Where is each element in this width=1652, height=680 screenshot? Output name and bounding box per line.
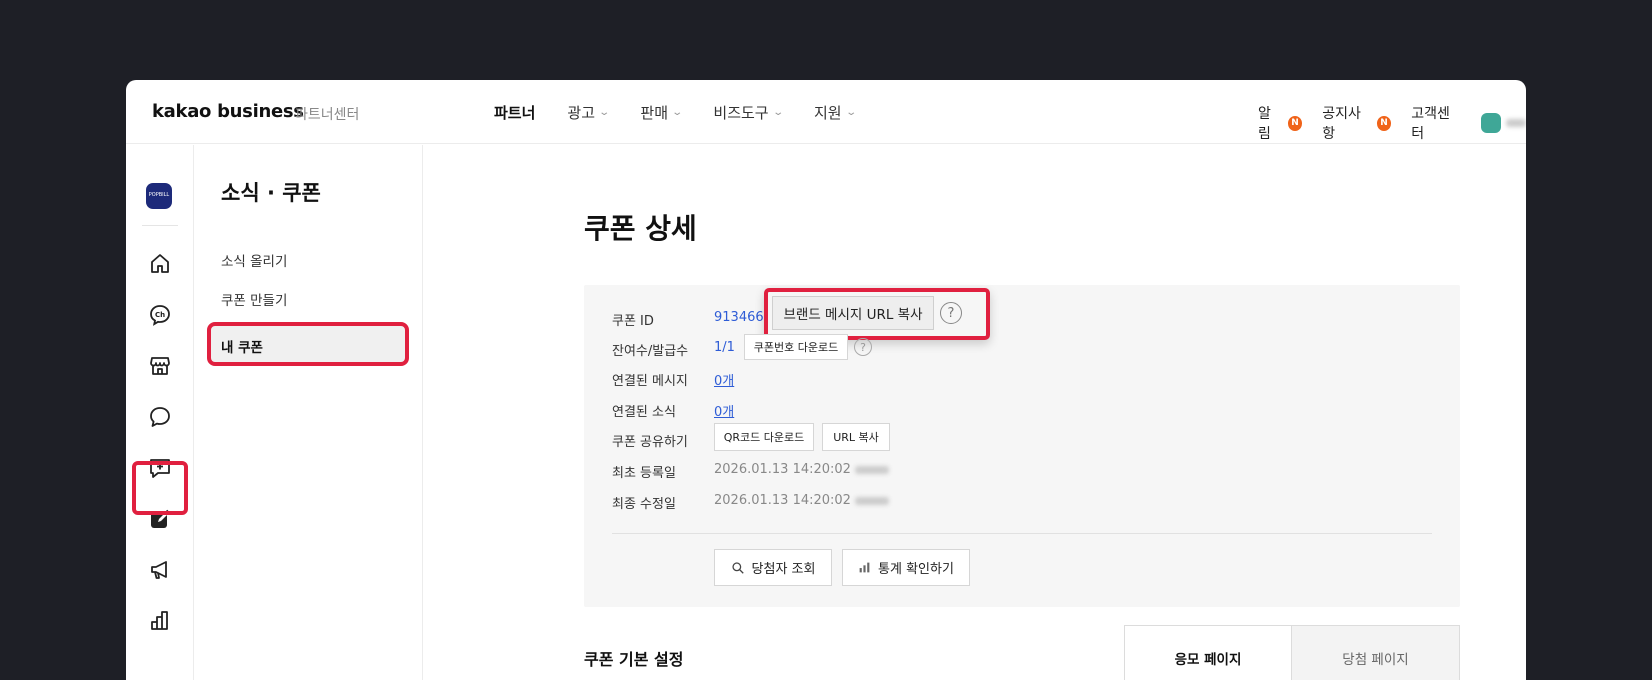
created-date-text: 2026.01.13 14:20:02 (714, 462, 851, 477)
highlight-rail-message-add (132, 461, 188, 515)
subnav-item-post-news[interactable]: 소식 올리기 (221, 250, 287, 270)
main-content: 쿠폰 상세 쿠폰 ID 913466 브랜드 메시지 URL 복사 ? 잔여수/… (424, 145, 1526, 680)
stats-icon[interactable] (141, 602, 179, 640)
top-navigation-bar: kakao business 파트너센터 파트너 광고 ⌄ 판매 ⌄ 비즈도구 ⌄ 지… (126, 80, 1526, 144)
chevron-down-icon: ⌄ (844, 107, 857, 118)
partner-center-label: 파트너센터 (295, 107, 360, 123)
stats-check-button[interactable]: 통계 확인하기 (842, 549, 970, 586)
kakao-business-logo[interactable]: kakao business (152, 101, 304, 122)
alarm-link[interactable]: 알림 N (1258, 103, 1303, 143)
coupon-detail-panel: 쿠폰 ID 913466 브랜드 메시지 URL 복사 ? 잔여수/발급수 1/… (584, 285, 1460, 607)
coupon-id-label: 쿠폰 ID (612, 314, 654, 329)
chevron-down-icon: ⌄ (671, 107, 684, 118)
created-date-value: 2026.01.13 14:20:02 (714, 462, 889, 477)
notice-link[interactable]: 공지사항 N (1322, 103, 1392, 143)
help-icon[interactable]: ? (854, 338, 872, 356)
app-window: kakao business 파트너센터 파트너 광고 ⌄ 판매 ⌄ 비즈도구 ⌄ 지… (126, 80, 1526, 680)
linked-message-label: 연결된 메시지 (612, 374, 688, 389)
search-icon (731, 561, 744, 574)
icon-rail: POPBILL Ch (126, 145, 194, 680)
gnb-ads[interactable]: 광고 ⌄ (567, 102, 611, 123)
linked-message-link[interactable]: 0개 (714, 370, 734, 389)
alarm-label: 알림 (1258, 106, 1271, 142)
tab-entry-page[interactable]: 응모 페이지 (1124, 625, 1292, 680)
user-name-blurred (1506, 119, 1526, 127)
remain-issued-label: 잔여수/발급수 (612, 344, 689, 359)
winner-lookup-label: 당첨자 조회 (751, 562, 816, 577)
utility-menu: 알림 N 공지사항 N 고객센터 (1258, 103, 1526, 143)
stats-check-label: 통계 확인하기 (878, 562, 954, 577)
home-icon[interactable] (141, 245, 179, 283)
gnb-biz-tools-label: 비즈도구 (713, 104, 769, 122)
global-nav: 파트너 광고 ⌄ 판매 ⌄ 비즈도구 ⌄ 지원 ⌄ (494, 102, 857, 123)
user-menu[interactable] (1481, 113, 1526, 133)
sub-navigation: 소식 · 쿠폰 소식 올리기 쿠폰 만들기 내 쿠폰 (195, 145, 423, 680)
linked-news-label: 연결된 소식 (612, 405, 676, 420)
gnb-support[interactable]: 지원 ⌄ (814, 102, 857, 123)
tab-winner-page[interactable]: 당첨 페이지 (1292, 625, 1460, 680)
remain-issued-value: 1/1 (714, 340, 735, 355)
gnb-partner-label: 파트너 (494, 104, 536, 122)
new-badge: N (1376, 115, 1392, 131)
avatar (1481, 113, 1501, 133)
qr-download-button[interactable]: QR코드 다운로드 (714, 423, 814, 451)
megaphone-icon[interactable] (141, 551, 179, 589)
coupon-basic-settings-title: 쿠폰 기본 설정 (584, 650, 684, 669)
panel-divider (612, 533, 1432, 534)
url-copy-button[interactable]: URL 복사 (822, 423, 890, 451)
chat-icon[interactable] (141, 398, 179, 436)
modified-date-text: 2026.01.13 14:20:02 (714, 493, 851, 508)
new-badge: N (1287, 115, 1303, 131)
notice-label: 공지사항 (1322, 106, 1361, 142)
support-link[interactable]: 고객센터 (1411, 103, 1461, 143)
store-icon[interactable] (141, 347, 179, 385)
gnb-support-label: 지원 (814, 104, 842, 122)
modified-date-label: 최종 수정일 (612, 497, 676, 512)
coupon-number-download-button[interactable]: 쿠폰번호 다운로드 (744, 334, 848, 360)
gnb-partner[interactable]: 파트너 (494, 102, 535, 123)
linked-news-link[interactable]: 0개 (714, 401, 734, 420)
svg-text:Ch: Ch (155, 311, 165, 319)
created-date-label: 최초 등록일 (612, 466, 676, 481)
share-coupon-label: 쿠폰 공유하기 (612, 435, 688, 450)
gnb-sales-label: 판매 (640, 104, 669, 122)
blurred-text (854, 465, 889, 474)
rail-divider (142, 225, 178, 226)
gnb-biz-tools[interactable]: 비즈도구 ⌄ (713, 102, 784, 123)
gnb-ads-label: 광고 (567, 104, 596, 122)
support-label: 고객센터 (1411, 106, 1450, 142)
page-title: 쿠폰 상세 (584, 212, 697, 245)
gnb-sales[interactable]: 판매 ⌄ (640, 102, 684, 123)
bar-chart-icon (859, 562, 870, 573)
blurred-text (854, 496, 889, 505)
subnav-item-my-coupon-label: 내 쿠폰 (221, 340, 263, 356)
winner-lookup-button[interactable]: 당첨자 조회 (714, 549, 832, 586)
chevron-down-icon: ⌄ (771, 107, 784, 118)
subnav-title: 소식 · 쿠폰 (221, 181, 321, 205)
subnav-item-create-coupon[interactable]: 쿠폰 만들기 (221, 289, 287, 309)
page-tabs: 응모 페이지 당첨 페이지 (1124, 625, 1460, 680)
modified-date-value: 2026.01.13 14:20:02 (714, 493, 889, 508)
subnav-item-my-coupon[interactable]: 내 쿠폰 (207, 322, 409, 366)
highlight-brand-message-copy (764, 288, 990, 340)
brand-avatar[interactable]: POPBILL (146, 183, 172, 209)
channel-icon[interactable]: Ch (141, 296, 179, 334)
chevron-down-icon: ⌄ (598, 107, 611, 118)
coupon-id-value: 913466 (714, 310, 764, 325)
